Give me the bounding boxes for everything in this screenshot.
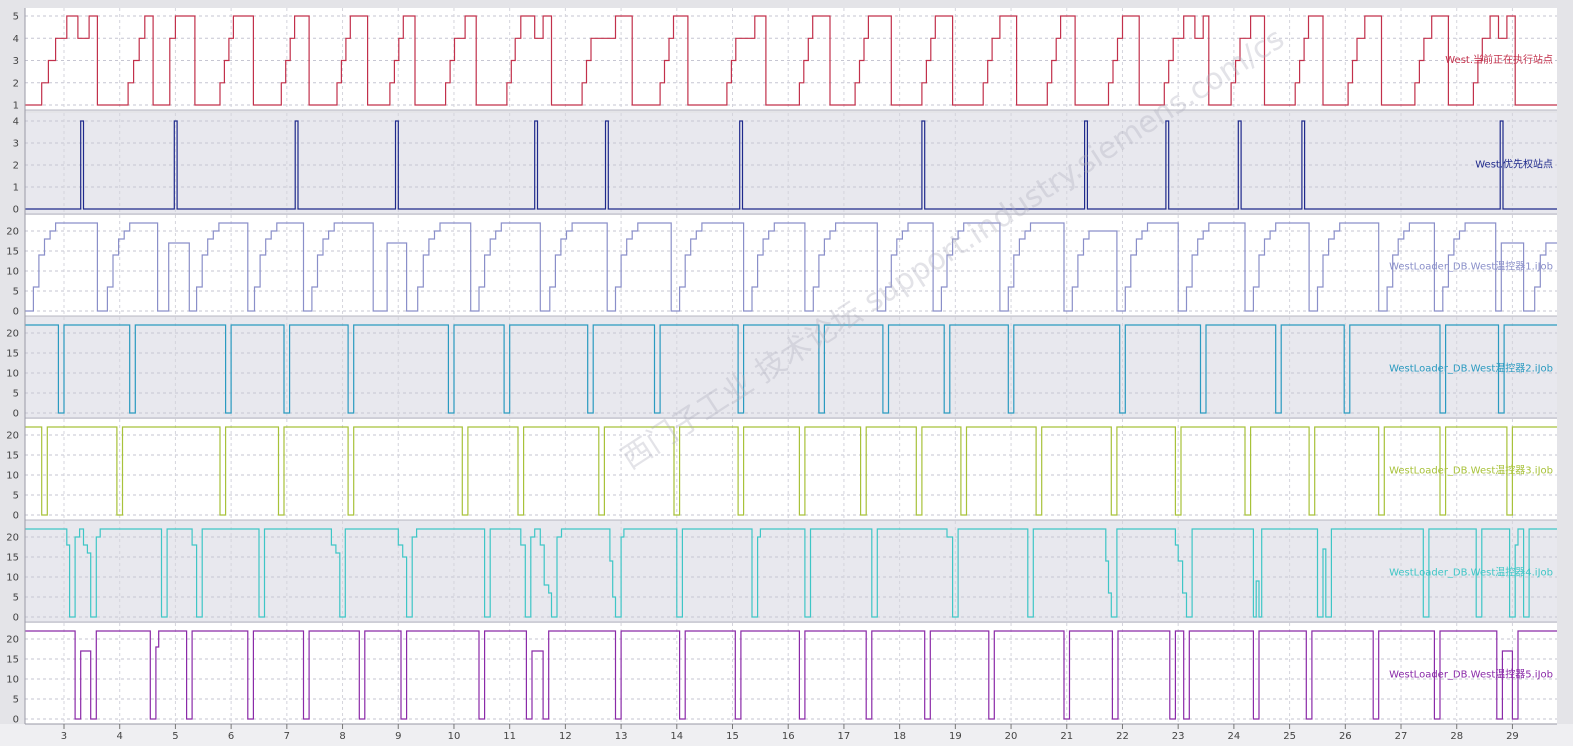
x-tick-label: 22 (1116, 731, 1129, 742)
x-tick-label: 11 (503, 731, 516, 742)
x-tick-label: 3 (61, 731, 67, 742)
y-tick-label: 20 (6, 329, 19, 340)
panel-background (25, 521, 1557, 622)
y-tick-label: 0 (13, 613, 19, 624)
series-label: WestLoader_DB.West温控器1.iJob (1389, 260, 1553, 273)
y-tick-label: 5 (13, 593, 19, 604)
series-label: WestLoader_DB.West温控器3.iJob (1389, 464, 1553, 477)
x-tick-label: 7 (284, 731, 290, 742)
x-tick-label: 6 (228, 731, 234, 742)
x-tick-label: 8 (339, 731, 345, 742)
series-label: WestLoader_DB.West温控器4.iJob (1389, 566, 1553, 579)
panel-background (25, 623, 1557, 724)
y-tick-label: 5 (13, 695, 19, 706)
y-tick-label: 10 (6, 471, 19, 482)
y-tick-label: 15 (6, 553, 19, 564)
x-tick-label: 10 (448, 731, 461, 742)
y-tick-label: 10 (6, 573, 19, 584)
y-tick-label: 10 (6, 369, 19, 380)
x-tick-label: 21 (1060, 731, 1073, 742)
x-tick-label: 20 (1005, 731, 1018, 742)
x-tick-label: 4 (117, 731, 123, 742)
y-tick-label: 5 (13, 12, 19, 23)
x-tick-label: 17 (838, 731, 851, 742)
y-tick-label: 20 (6, 431, 19, 442)
y-tick-label: 15 (6, 349, 19, 360)
y-tick-label: 2 (13, 78, 19, 89)
series-label: WestLoader_DB.West温控器5.iJob (1389, 668, 1553, 681)
y-tick-label: 5 (13, 287, 19, 298)
y-tick-label: 15 (6, 247, 19, 258)
x-tick-label: 28 (1450, 731, 1463, 742)
y-tick-label: 20 (6, 227, 19, 238)
y-tick-label: 5 (13, 491, 19, 502)
trend-chart-window: 1 2 3 4 5 West.当前正在执行站点 0 1 2 3 4 West.优先权站点 0 5 10 15 2… (0, 0, 1573, 746)
series-label: WestLoader_DB.West温控器2.iJob (1389, 362, 1553, 375)
y-tick-label: 3 (13, 139, 19, 150)
y-tick-label: 0 (13, 715, 19, 726)
x-tick-label: 18 (893, 731, 906, 742)
y-tick-label: 3 (13, 56, 19, 67)
y-tick-label: 10 (6, 675, 19, 686)
y-tick-label: 0 (13, 409, 19, 420)
y-tick-label: 15 (6, 451, 19, 462)
x-tick-label: 26 (1339, 731, 1352, 742)
panel-background (25, 113, 1557, 214)
x-tick-label: 27 (1395, 731, 1408, 742)
y-tick-label: 20 (6, 635, 19, 646)
x-tick-label: 23 (1172, 731, 1185, 742)
x-tick-label: 9 (395, 731, 401, 742)
y-tick-label: 0 (13, 511, 19, 522)
x-tick-label: 24 (1228, 731, 1241, 742)
x-tick-label: 5 (172, 731, 178, 742)
x-tick-label: 13 (615, 731, 628, 742)
multi-track-trend-chart: 12345West.当前正在执行站点01234West.优先权站点0510152… (0, 0, 1573, 746)
series-label: West.优先权站点 (1475, 158, 1553, 171)
x-tick-label: 15 (726, 731, 739, 742)
series-label: West.当前正在执行站点 (1445, 53, 1553, 66)
y-tick-label: 5 (13, 389, 19, 400)
y-tick-label: 2 (13, 161, 19, 172)
x-tick-label: 25 (1283, 731, 1296, 742)
y-tick-label: 10 (6, 267, 19, 278)
x-tick-label: 19 (949, 731, 962, 742)
y-tick-label: 20 (6, 533, 19, 544)
y-tick-label: 15 (6, 655, 19, 666)
panel-background (25, 419, 1557, 520)
y-tick-label: 0 (13, 307, 19, 318)
y-tick-label: 1 (13, 101, 19, 112)
x-tick-label: 12 (559, 731, 572, 742)
panel-background (25, 8, 1557, 110)
y-tick-label: 4 (13, 34, 19, 45)
y-tick-label: 4 (13, 117, 19, 128)
y-tick-label: 1 (13, 183, 19, 194)
x-tick-label: 14 (670, 731, 683, 742)
y-tick-label: 0 (13, 205, 19, 216)
x-tick-label: 29 (1506, 731, 1519, 742)
x-tick-label: 16 (782, 731, 795, 742)
